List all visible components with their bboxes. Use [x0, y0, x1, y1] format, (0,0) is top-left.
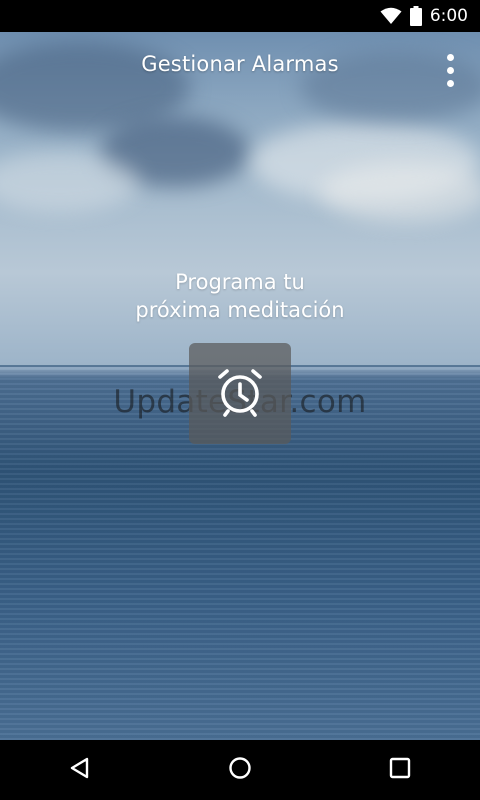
main-screen: Gestionar Alarmas Programa tu próxima me…: [0, 32, 480, 740]
add-alarm-button[interactable]: [189, 343, 291, 444]
more-vert-icon: [446, 66, 454, 74]
more-vert-icon: [446, 53, 454, 61]
home-button[interactable]: [210, 740, 270, 800]
app-title: Gestionar Alarmas: [141, 52, 339, 76]
cloud: [0, 152, 140, 212]
cloud: [320, 162, 480, 222]
back-button[interactable]: [50, 740, 110, 800]
wifi-icon: [380, 7, 402, 25]
recents-button[interactable]: [370, 740, 430, 800]
status-time: 6:00: [429, 6, 468, 26]
home-icon: [228, 756, 252, 784]
prompt-line-2: próxima meditación: [135, 298, 345, 322]
navigation-bar: [0, 740, 480, 800]
alarm-clock-icon: [214, 366, 266, 422]
recents-icon: [389, 757, 411, 783]
status-bar: 6:00: [0, 0, 480, 32]
prompt-line-1: Programa tu: [175, 270, 305, 294]
back-icon: [69, 757, 91, 783]
prompt-text: Programa tu próxima meditación: [0, 268, 480, 324]
battery-icon: [409, 6, 422, 26]
more-vert-icon: [446, 79, 454, 87]
overflow-menu-button[interactable]: [438, 48, 462, 92]
